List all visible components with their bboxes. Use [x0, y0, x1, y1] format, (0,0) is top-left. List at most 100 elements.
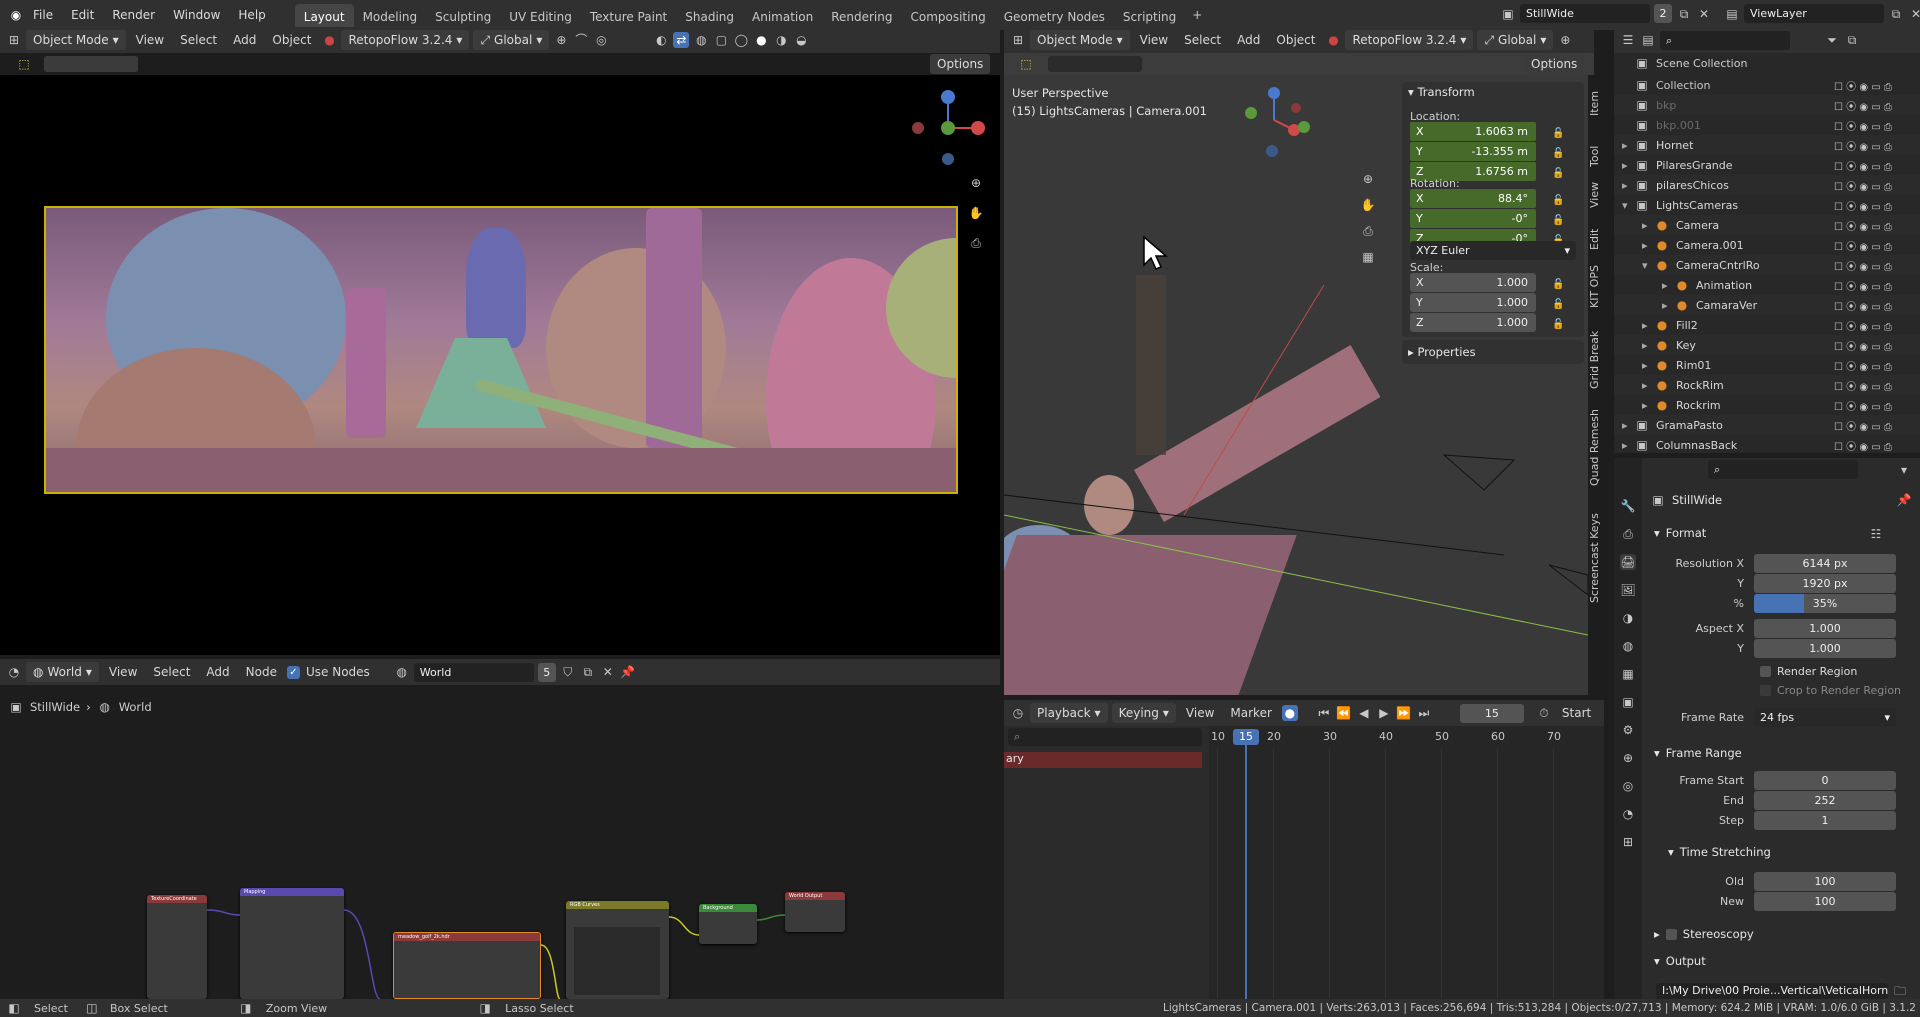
- right-pivot-icon[interactable]: ⊕: [1557, 32, 1573, 48]
- visibility-toggles[interactable]: ☐ ⦿ ◉ ▭ ⎙: [1834, 278, 1892, 293]
- object-menu[interactable]: Object: [266, 33, 317, 47]
- resolution-percent-slider[interactable]: 35%: [1754, 594, 1896, 613]
- old-field[interactable]: 100: [1754, 872, 1896, 891]
- visibility-toggles[interactable]: ☐ ⦿ ◉ ▭ ⎙: [1834, 238, 1892, 253]
- visibility-toggles[interactable]: ☐ ⦿ ◉ ▭ ⎙: [1834, 398, 1892, 413]
- props-tab-physics-icon[interactable]: ◎: [1620, 778, 1636, 794]
- right-retopoflow-icon[interactable]: ●: [1325, 32, 1341, 48]
- right-object-menu[interactable]: Object: [1270, 33, 1321, 47]
- properties-subpanel[interactable]: ▸ Properties: [1402, 340, 1584, 364]
- current-frame-marker[interactable]: 15: [1233, 729, 1259, 745]
- playback-menu[interactable]: Playback ▾: [1030, 703, 1108, 723]
- right-retopoflow-dropdown[interactable]: RetopoFlow 3.2.4 ▾: [1345, 30, 1474, 50]
- world-name-field[interactable]: World: [413, 662, 534, 682]
- outliner-row[interactable]: ▸ ▣ ColumnasBack ☐ ⦿ ◉ ▭ ⎙: [1614, 435, 1920, 455]
- properties-search[interactable]: ⌕: [1708, 460, 1858, 479]
- visibility-toggles[interactable]: ☐ ⦿ ◉ ▭ ⎙: [1834, 378, 1892, 393]
- right-editor-type-icon[interactable]: ⊞: [1010, 32, 1026, 48]
- menu-render[interactable]: Render: [103, 0, 164, 30]
- right-viewport[interactable]: User Perspective (15) LightsCameras | Ca…: [1004, 75, 1588, 695]
- duplicate-scene-icon[interactable]: ⧉: [1676, 6, 1692, 22]
- close-layer-icon[interactable]: ✕: [1908, 6, 1920, 22]
- right-ortho-grid-icon[interactable]: ▦: [1360, 249, 1376, 265]
- menu-window[interactable]: Window: [164, 0, 229, 30]
- right-orientation-dropdown[interactable]: ⤢ Global ▾: [1477, 30, 1554, 50]
- time-stretching-header[interactable]: ▾ Time Stretching: [1668, 845, 1771, 859]
- blender-logo-icon[interactable]: ◉: [8, 7, 24, 23]
- current-frame-field[interactable]: 15: [1459, 703, 1524, 723]
- scene-name-field[interactable]: StillWide: [1520, 4, 1650, 23]
- node-select-menu[interactable]: Select: [147, 665, 196, 679]
- frame-start-field[interactable]: 0: [1754, 771, 1896, 790]
- next-key-icon[interactable]: ⏩: [1396, 705, 1412, 721]
- outliner-row[interactable]: ▣ bkp.001 ☐ ⦿ ◉ ▭ ⎙: [1614, 115, 1920, 135]
- expand-arrow-icon[interactable]: ▾: [1642, 259, 1654, 272]
- outliner-row[interactable]: ▸ ● Rockrim ☐ ⦿ ◉ ▭ ⎙: [1614, 395, 1920, 415]
- duplicate-layer-icon[interactable]: ⧉: [1888, 6, 1904, 22]
- right-options-button[interactable]: Options: [1524, 54, 1585, 74]
- sidebar-tab-tool[interactable]: Tool: [1588, 140, 1606, 172]
- right-select-tool-icon[interactable]: ⬚: [1018, 56, 1034, 72]
- visibility-toggles[interactable]: ☐ ⦿ ◉ ▭ ⎙: [1834, 298, 1892, 313]
- format-presets-icon[interactable]: ☷: [1868, 526, 1884, 542]
- node-node-menu[interactable]: Node: [240, 665, 283, 679]
- outliner-row[interactable]: ▣ bkp ☐ ⦿ ◉ ▭ ⎙: [1614, 95, 1920, 115]
- current-frame-line[interactable]: [1245, 742, 1247, 999]
- outliner-row[interactable]: ▸ ▣ Hornet ☐ ⦿ ◉ ▭ ⎙: [1614, 135, 1920, 155]
- select-tool-icon[interactable]: ⬚: [16, 56, 32, 72]
- output-path-field[interactable]: I:\My Drive\00 Proie...Vertical\VeticalH…: [1656, 983, 1888, 999]
- left-options-button[interactable]: Options: [930, 54, 991, 74]
- outliner-editor-icon[interactable]: ☰: [1620, 32, 1636, 48]
- expand-arrow-icon[interactable]: ▸: [1642, 239, 1654, 252]
- outliner-row[interactable]: ▸ ● Rim01 ☐ ⦿ ◉ ▭ ⎙: [1614, 355, 1920, 375]
- scale-y-field[interactable]: Y 1.000: [1410, 293, 1536, 312]
- sidebar-tab-quad-remesh[interactable]: Quad Remesh: [1588, 406, 1606, 490]
- overlay-icon[interactable]: ◍: [693, 32, 709, 48]
- scene-icon[interactable]: ▣: [1500, 6, 1516, 22]
- jump-start-icon[interactable]: ⏮: [1316, 705, 1332, 721]
- outliner-search[interactable]: ⌕: [1660, 30, 1790, 50]
- outliner-row[interactable]: ▸ ▣ PilaresGrande ☐ ⦿ ◉ ▭ ⎙: [1614, 155, 1920, 175]
- menu-edit[interactable]: Edit: [62, 0, 103, 30]
- right-camera-view-icon[interactable]: ⎙: [1360, 223, 1376, 239]
- props-tab-view-layer-icon[interactable]: 🖼: [1620, 582, 1636, 598]
- outliner-row[interactable]: ▸ ● Key ☐ ⦿ ◉ ▭ ⎙: [1614, 335, 1920, 355]
- select-mode-buttons[interactable]: [44, 56, 138, 72]
- outliner-row[interactable]: ▸ ▣ pilaresChicos ☐ ⦿ ◉ ▭ ⎙: [1614, 175, 1920, 195]
- outliner-row[interactable]: ▸ ● Camera.001 ☐ ⦿ ◉ ▭ ⎙: [1614, 235, 1920, 255]
- close-scene-icon[interactable]: ✕: [1696, 6, 1712, 22]
- right-zoom-icon[interactable]: ⊕: [1360, 171, 1376, 187]
- expand-arrow-icon[interactable]: ▸: [1642, 379, 1654, 392]
- orientation-dropdown[interactable]: ⤢ Global ▾: [473, 30, 550, 50]
- expand-arrow-icon[interactable]: ▸: [1662, 279, 1674, 292]
- expand-arrow-icon[interactable]: ▸: [1622, 159, 1634, 172]
- visibility-toggles[interactable]: ☐ ⦿ ◉ ▭ ⎙: [1834, 138, 1892, 153]
- autokey-icon[interactable]: ●: [1281, 705, 1298, 721]
- shading-rendered-icon[interactable]: ◒: [793, 32, 809, 48]
- expand-arrow-icon[interactable]: ▸: [1642, 399, 1654, 412]
- add-menu[interactable]: Add: [227, 33, 262, 47]
- right-object-mode-dropdown[interactable]: Object Mode ▾: [1030, 30, 1130, 50]
- duplicate-world-icon[interactable]: ⧉: [580, 664, 596, 680]
- expand-arrow-icon[interactable]: ▸: [1622, 179, 1634, 192]
- crop-checkbox[interactable]: [1760, 685, 1771, 696]
- scale-lock-icons[interactable]: 🔓 🔓 🔓: [1552, 275, 1564, 335]
- sidebar-tab-grid-break[interactable]: Grid Break: [1588, 330, 1606, 390]
- sidebar-tab-kit-ops[interactable]: KIT OPS: [1588, 262, 1606, 312]
- view-layer-field[interactable]: ViewLayer: [1744, 4, 1884, 23]
- visibility-toggles[interactable]: ☐ ⦿ ◉ ▭ ⎙: [1834, 198, 1892, 213]
- stopwatch-icon[interactable]: ⏱: [1536, 705, 1552, 721]
- stereoscopy-header[interactable]: ▸ Stereoscopy: [1654, 927, 1754, 941]
- unlink-world-icon[interactable]: ✕: [600, 664, 616, 680]
- outliner-row[interactable]: ▸ ● CamaraVer ☐ ⦿ ◉ ▭ ⎙: [1614, 295, 1920, 315]
- expand-arrow-icon[interactable]: ▸: [1622, 139, 1634, 152]
- properties-dropdown-icon[interactable]: ▾: [1896, 462, 1912, 478]
- visibility-toggles[interactable]: ☐ ⦿ ◉ ▭ ⎙: [1834, 338, 1892, 353]
- expand-arrow-icon[interactable]: ▸: [1662, 299, 1674, 312]
- resolution-x-field[interactable]: 6144 px: [1754, 554, 1896, 573]
- visibility-toggles[interactable]: ☐ ⦿ ◉ ▭ ⎙: [1834, 418, 1892, 433]
- view-layer-icon[interactable]: ▤: [1724, 6, 1740, 22]
- resolution-y-field[interactable]: 1920 px: [1754, 574, 1896, 593]
- play-icon[interactable]: ▶: [1376, 705, 1392, 721]
- props-tab-output-icon[interactable]: 🖨: [1620, 554, 1636, 570]
